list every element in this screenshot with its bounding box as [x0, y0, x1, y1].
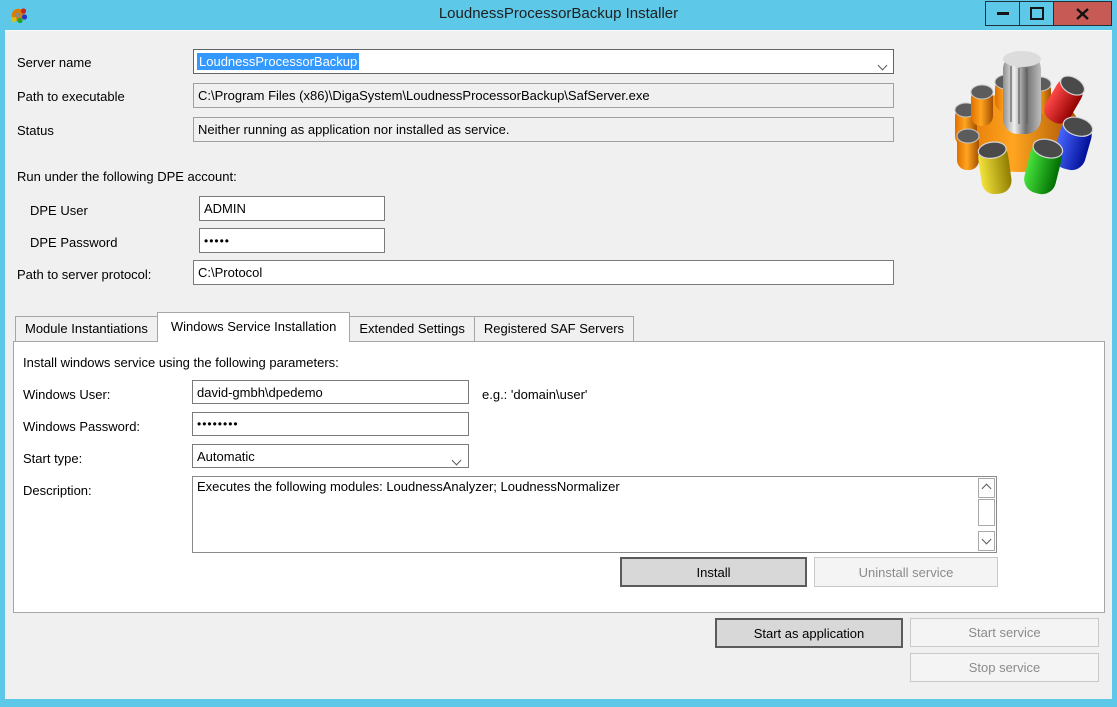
windows-password-input[interactable] [192, 412, 469, 436]
service-parameters-heading: Install windows service using the follow… [23, 355, 339, 370]
tab-windows-service-installation[interactable]: Windows Service Installation [157, 312, 350, 342]
minimize-icon [997, 12, 1009, 15]
client-area: Server name LoudnessProcessorBackup Path… [5, 30, 1112, 699]
start-type-label: Start type: [23, 451, 82, 466]
close-icon [1076, 8, 1089, 20]
uninstall-service-button[interactable]: Uninstall service [814, 557, 998, 587]
server-name-label: Server name [17, 55, 91, 70]
start-as-application-button[interactable]: Start as application [715, 618, 903, 648]
scroll-up-button[interactable] [978, 478, 995, 498]
description-text: Executes the following modules: Loudness… [197, 479, 972, 495]
maximize-icon [1030, 7, 1044, 20]
install-button[interactable]: Install [620, 557, 807, 587]
tab-control: Module Instantiations Windows Service In… [13, 312, 1105, 613]
windows-user-input[interactable] [192, 380, 469, 404]
description-label: Description: [23, 483, 92, 498]
combobox-dropdown-icon[interactable] [879, 56, 886, 74]
installer-window: LoudnessProcessorBackup Installer Server… [0, 0, 1117, 707]
protocol-path-label: Path to server protocol: [17, 267, 151, 282]
scrollbar-thumb[interactable] [978, 499, 995, 526]
dpe-user-label: DPE User [30, 203, 88, 218]
scroll-up-icon [982, 483, 992, 493]
tab-registered-saf-servers[interactable]: Registered SAF Servers [474, 316, 634, 341]
window-controls [985, 1, 1112, 26]
scroll-down-icon [982, 535, 992, 545]
service-installation-panel: Install windows service using the follow… [13, 341, 1105, 613]
server-name-combobox[interactable]: LoudnessProcessorBackup [193, 49, 894, 74]
minimize-button[interactable] [985, 1, 1020, 26]
start-type-value: Automatic [197, 449, 255, 464]
titlebar: LoudnessProcessorBackup Installer [0, 0, 1117, 30]
start-type-select[interactable]: Automatic [192, 444, 469, 468]
tab-extended-settings[interactable]: Extended Settings [349, 316, 475, 341]
product-logo [947, 44, 1105, 196]
close-button[interactable] [1053, 1, 1112, 26]
tab-module-instantiations[interactable]: Module Instantiations [15, 316, 158, 341]
select-dropdown-icon [453, 452, 460, 467]
protocol-path-input[interactable] [193, 260, 894, 285]
window-title: LoudnessProcessorBackup Installer [0, 5, 1117, 22]
windows-user-label: Windows User: [23, 387, 110, 402]
description-textarea[interactable]: Executes the following modules: Loudness… [192, 476, 997, 553]
server-name-value: LoudnessProcessorBackup [197, 53, 359, 70]
dpe-account-heading: Run under the following DPE account: [17, 169, 237, 184]
windows-user-hint: e.g.: 'domain\user' [482, 387, 587, 402]
description-scrollbar[interactable] [978, 478, 995, 551]
scroll-down-button[interactable] [978, 531, 995, 551]
dpe-password-label: DPE Password [30, 235, 117, 250]
windows-password-label: Windows Password: [23, 419, 140, 434]
tab-strip: Module Instantiations Windows Service In… [15, 312, 633, 341]
start-service-button[interactable]: Start service [910, 618, 1099, 647]
dpe-user-input[interactable] [199, 196, 385, 221]
stop-service-button[interactable]: Stop service [910, 653, 1099, 682]
path-to-executable-field: C:\Program Files (x86)\DigaSystem\Loudne… [193, 83, 894, 108]
path-to-executable-label: Path to executable [17, 89, 125, 104]
status-field: Neither running as application nor insta… [193, 117, 894, 142]
status-label: Status [17, 123, 54, 138]
maximize-button[interactable] [1019, 1, 1054, 26]
dpe-password-input[interactable] [199, 228, 385, 253]
